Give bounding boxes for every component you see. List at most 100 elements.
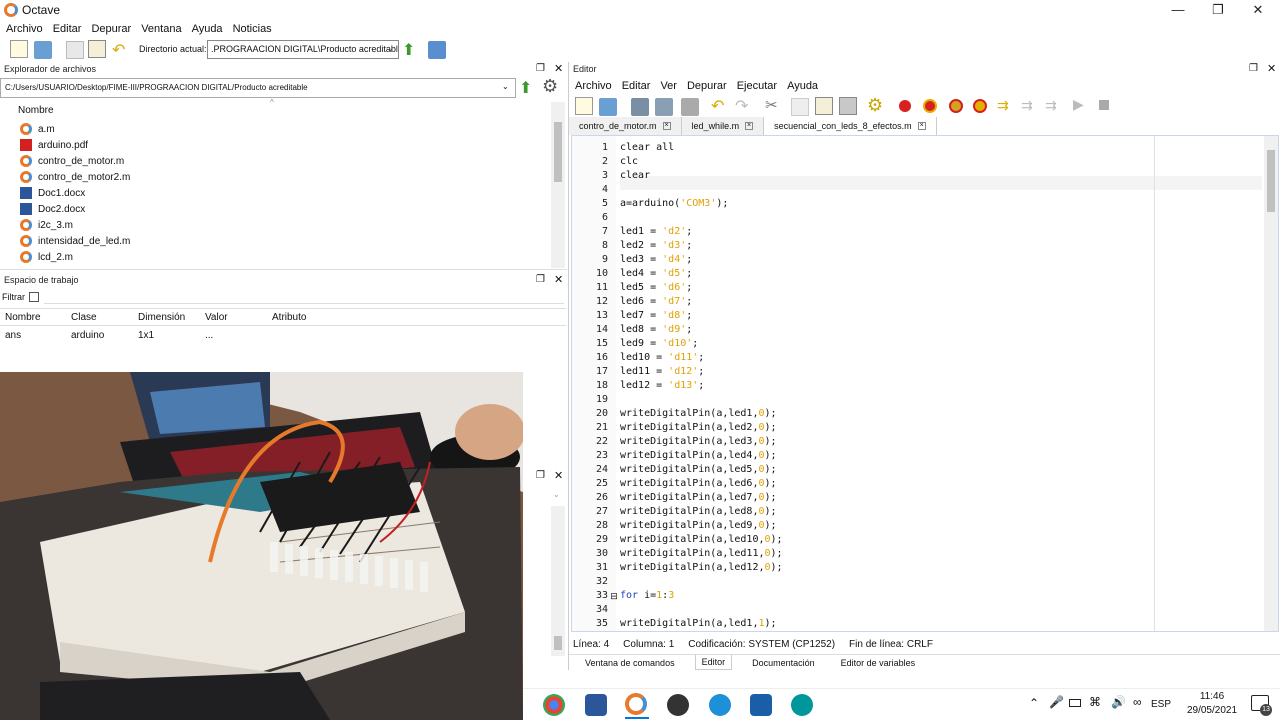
fold-marker[interactable]: ⊟	[608, 589, 620, 603]
undock-icon[interactable]: ❐	[536, 470, 545, 481]
minimize-button[interactable]: —	[1158, 0, 1198, 20]
step-icon[interactable]: ⇉	[997, 97, 1009, 114]
editor-tab[interactable]: led_while.m ×	[681, 117, 765, 135]
new-file-icon[interactable]	[10, 40, 28, 58]
speaker-icon[interactable]: 🔊	[1111, 695, 1126, 709]
octave-taskbar-icon[interactable]	[625, 693, 647, 715]
list-item[interactable]: intensidad_de_led.m	[0, 233, 548, 249]
list-item[interactable]: i2c_3.m	[0, 217, 548, 233]
undock-icon[interactable]: ❐	[536, 63, 545, 74]
copy-icon[interactable]	[66, 41, 84, 59]
bottom-tab[interactable]: Documentación	[746, 656, 821, 670]
tab-close-icon[interactable]: ×	[745, 122, 754, 130]
col-nombre[interactable]: Nombre	[5, 312, 41, 323]
menu-archivo[interactable]: Archivo	[6, 20, 43, 38]
prev-breakpoint-icon[interactable]	[949, 99, 963, 113]
save-as-icon[interactable]	[655, 98, 673, 116]
editor-tab[interactable]: contro_de_motor.m ×	[569, 117, 682, 135]
microphone-icon[interactable]: 🎤	[1049, 695, 1064, 709]
panel-close-icon[interactable]: ✕	[554, 273, 563, 286]
webcam-app-icon[interactable]	[709, 694, 731, 716]
scrollbar-thumb[interactable]	[554, 122, 562, 182]
bottom-tab[interactable]: Editor de variables	[835, 656, 922, 670]
presentation-app-icon[interactable]	[750, 694, 772, 716]
open-folder-icon[interactable]	[599, 98, 617, 116]
tab-close-icon[interactable]: ×	[917, 122, 926, 130]
notifications-icon[interactable]: 13	[1251, 695, 1272, 716]
editor-menu-archivo[interactable]: Archivo	[575, 80, 612, 92]
col-dimension[interactable]: Dimensión	[138, 312, 185, 323]
panel-close-icon[interactable]: ✕	[554, 62, 563, 75]
paste-icon[interactable]	[88, 40, 106, 58]
list-item[interactable]: contro_de_motor.m	[0, 153, 548, 169]
code-area[interactable]: 1 clear all 2 clc 3 clear 4 5 a=arduino('COM3');…	[571, 135, 1279, 632]
scrollbar-thumb[interactable]	[554, 636, 562, 650]
github-icon[interactable]	[667, 694, 689, 716]
redo-icon[interactable]: ↷	[735, 96, 748, 116]
settings-gear-icon[interactable]: ⚙	[867, 95, 883, 116]
undock-icon[interactable]: ❐	[1249, 63, 1258, 74]
wifi-icon[interactable]: ⌘	[1089, 695, 1101, 709]
editor-menu-depurar[interactable]: Depurar	[687, 80, 727, 92]
parent-dir-icon[interactable]: ⬆	[402, 40, 415, 60]
menu-noticias[interactable]: Noticias	[233, 20, 272, 38]
undo-icon[interactable]: ↶	[711, 96, 724, 116]
col-valor[interactable]: Valor	[205, 312, 228, 323]
browse-folder-icon[interactable]	[428, 41, 446, 59]
editor-menu-ayuda[interactable]: Ayuda	[787, 80, 818, 92]
bottom-tab[interactable]: Editor	[694, 655, 733, 670]
menu-editar[interactable]: Editar	[53, 20, 82, 38]
find-replace-icon[interactable]	[839, 97, 857, 115]
arduino-icon[interactable]	[791, 694, 813, 716]
col-atributo[interactable]: Atributo	[272, 312, 306, 323]
path-chevron-down-icon[interactable]: ⌄	[502, 82, 509, 91]
stop-icon[interactable]	[1099, 100, 1109, 110]
show-hidden-icons-chevron-icon[interactable]: ⌃	[1029, 696, 1039, 710]
editor-scrollbar[interactable]	[1264, 136, 1278, 631]
menu-depurar[interactable]: Depurar	[91, 20, 131, 38]
filter-checkbox[interactable]	[29, 292, 39, 302]
undo-icon[interactable]: ↶	[112, 40, 125, 60]
breakpoint-icon[interactable]	[899, 100, 911, 112]
language-indicator[interactable]: ESP	[1151, 699, 1171, 710]
clock[interactable]: 11:46 29/05/2021	[1183, 691, 1241, 716]
word-icon[interactable]	[585, 694, 607, 716]
list-item[interactable]: Doc1.docx	[0, 185, 548, 201]
table-row[interactable]: ans arduino 1x1 ...	[0, 330, 566, 344]
list-item[interactable]: contro_de_motor2.m	[0, 169, 548, 185]
list-item[interactable]: arduino.pdf	[0, 137, 548, 153]
tab-close-icon[interactable]: ×	[662, 122, 671, 130]
list-item[interactable]: Doc2.docx	[0, 201, 548, 217]
save-icon[interactable]	[631, 98, 649, 116]
copy-icon[interactable]	[791, 98, 809, 116]
file-list-scrollbar[interactable]	[551, 102, 565, 268]
ime-icon[interactable]: ∞	[1133, 695, 1142, 709]
editor-menu-editar[interactable]: Editar	[622, 80, 651, 92]
remove-breakpoints-icon[interactable]	[973, 99, 987, 113]
chevron-down-icon[interactable]: ⌄	[387, 44, 394, 53]
new-file-icon[interactable]	[575, 97, 593, 115]
file-column-header[interactable]: Nombre	[18, 105, 54, 116]
open-folder-icon[interactable]	[34, 41, 52, 59]
next-breakpoint-icon[interactable]	[923, 99, 937, 113]
maximize-button[interactable]: ❐	[1198, 0, 1238, 20]
menu-ayuda[interactable]: Ayuda	[192, 20, 223, 38]
step-out-icon[interactable]: ⇉	[1045, 97, 1057, 114]
close-button[interactable]: ✕	[1238, 0, 1278, 20]
paste-icon[interactable]	[815, 97, 833, 115]
panel-close-icon[interactable]: ✕	[554, 469, 563, 482]
current-dir-select[interactable]: .PROGRAACION DIGITAL\Producto acreditabl…	[207, 40, 399, 59]
battery-icon[interactable]	[1069, 699, 1081, 707]
chrome-icon[interactable]	[543, 694, 565, 716]
filter-input[interactable]	[44, 290, 564, 304]
print-icon[interactable]	[681, 98, 699, 116]
panel-close-icon[interactable]: ✕	[1267, 62, 1276, 75]
editor-menu-ver[interactable]: Ver	[660, 80, 677, 92]
editor-menu-ejecutar[interactable]: Ejecutar	[737, 80, 777, 92]
col-clase[interactable]: Clase	[71, 312, 97, 323]
scrollbar-thumb[interactable]	[1267, 150, 1275, 212]
file-browser-path[interactable]: C:/Users/USUARIO/Desktop/FIME-III/PROGRA…	[0, 78, 516, 98]
list-item[interactable]: a.m	[0, 121, 548, 137]
settings-gear-icon[interactable]: ⚙	[542, 76, 558, 97]
panel-scrollbar[interactable]	[551, 506, 565, 656]
